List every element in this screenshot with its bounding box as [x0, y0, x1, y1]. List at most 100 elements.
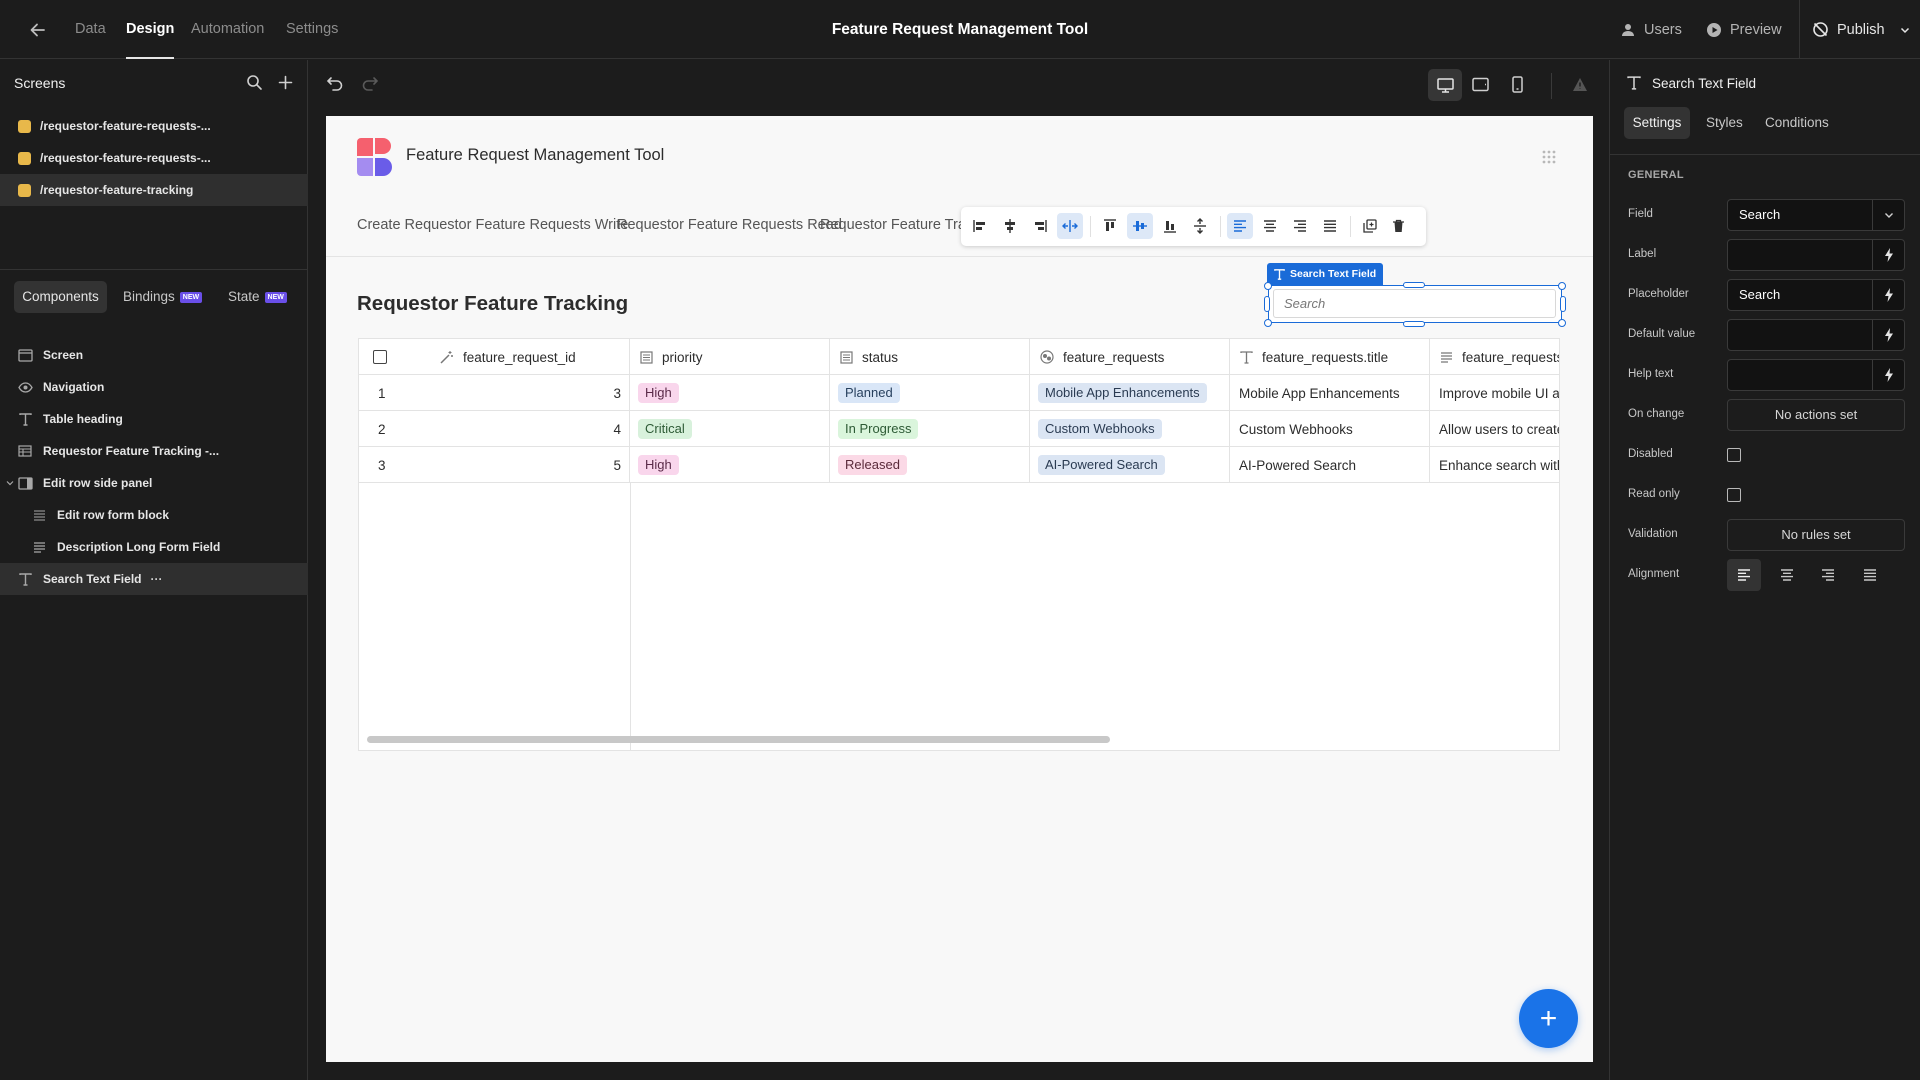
select-all-checkbox[interactable] [373, 350, 387, 364]
lightning-icon[interactable] [1872, 280, 1904, 310]
mobile-view-icon[interactable] [1512, 76, 1523, 93]
resize-handle[interactable] [1264, 282, 1272, 290]
tab-settings[interactable]: Settings [286, 0, 338, 59]
cell-title[interactable]: Mobile App Enhancements [1230, 375, 1430, 411]
text-align-left-icon[interactable] [1227, 213, 1253, 239]
publish-button[interactable]: Publish [1812, 0, 1911, 59]
cell-feature-request[interactable]: AI-Powered Search [1030, 447, 1230, 483]
tree-item-screen[interactable]: Screen [0, 339, 308, 371]
tab-conditions[interactable]: Conditions [1765, 107, 1829, 139]
lightning-icon[interactable] [1872, 240, 1904, 270]
column-header-cell[interactable]: feature_requests [1430, 339, 1559, 375]
cell-title[interactable]: Custom Webhooks [1230, 411, 1430, 447]
align-top-icon[interactable] [1097, 213, 1123, 239]
screen-item[interactable]: /requestor-feature-requests-... [0, 142, 308, 174]
search-input-box[interactable]: Search [1273, 289, 1556, 318]
nav-link[interactable]: Requestor Feature Requests Read [617, 217, 842, 233]
cell-status[interactable]: In Progress [830, 411, 1030, 447]
back-arrow-icon[interactable] [28, 20, 48, 40]
tree-item-side-panel[interactable]: Edit row side panel [0, 467, 308, 499]
on-change-button[interactable]: No actions set [1727, 399, 1905, 431]
resize-handle[interactable] [1403, 321, 1425, 327]
disabled-checkbox[interactable] [1727, 448, 1741, 462]
default-value-input[interactable] [1727, 319, 1905, 351]
column-header-cell[interactable]: feature_requests.title [1230, 339, 1430, 375]
align-right-icon[interactable] [1027, 213, 1053, 239]
align-center-h-icon[interactable] [997, 213, 1023, 239]
tab-automation[interactable]: Automation [191, 0, 264, 59]
align-right-button[interactable] [1811, 559, 1845, 591]
resize-handle[interactable] [1264, 319, 1272, 327]
tab-state[interactable]: State NEW [228, 281, 287, 313]
cell-description[interactable]: Allow users to create [1430, 411, 1559, 447]
align-center-button[interactable] [1770, 559, 1804, 591]
nav-link[interactable]: Create Requestor Feature Requests Write [357, 217, 628, 233]
tab-settings[interactable]: Settings [1624, 107, 1690, 139]
tree-item-table-heading[interactable]: Table heading [0, 403, 308, 435]
text-align-center-icon[interactable] [1257, 213, 1283, 239]
tree-item-navigation[interactable]: Navigation [0, 371, 308, 403]
search-icon[interactable] [246, 74, 263, 91]
align-left-button[interactable] [1727, 559, 1761, 591]
column-header-cell[interactable]: status [830, 339, 1030, 375]
help-text-input[interactable] [1727, 359, 1905, 391]
tree-item-table[interactable]: Requestor Feature Tracking -... [0, 435, 308, 467]
cell-description[interactable]: Improve mobile UI an [1430, 375, 1559, 411]
column-header-cell[interactable]: priority [630, 339, 830, 375]
column-header[interactable]: feature_request_id [463, 350, 576, 365]
align-bottom-icon[interactable] [1157, 213, 1183, 239]
column-header-cell[interactable]: feature_requests [1030, 339, 1230, 375]
more-options-icon[interactable]: ··· [150, 572, 162, 586]
tab-design[interactable]: Design [126, 0, 175, 59]
resize-handle[interactable] [1558, 319, 1566, 327]
tab-bindings[interactable]: Bindings NEW [123, 281, 203, 313]
tablet-view-icon[interactable] [1472, 77, 1489, 92]
tree-item-form-block[interactable]: Edit row form block [0, 499, 308, 531]
warning-icon[interactable] [1572, 77, 1588, 92]
resize-handle[interactable] [1558, 282, 1566, 290]
selection-tag[interactable]: Search Text Field [1267, 263, 1384, 285]
add-screen-icon[interactable] [277, 74, 294, 91]
label-input[interactable] [1727, 239, 1905, 271]
undo-icon[interactable] [326, 75, 344, 91]
cell-priority[interactable]: High [630, 447, 830, 483]
search-text-field[interactable]: Search [1268, 285, 1562, 323]
resize-handle[interactable] [1560, 296, 1566, 312]
cell-status[interactable]: Released [830, 447, 1030, 483]
cell-priority[interactable]: Critical [630, 411, 830, 447]
cell-title[interactable]: AI-Powered Search [1230, 447, 1430, 483]
cell-feature-request[interactable]: Mobile App Enhancements [1030, 375, 1230, 411]
cell-description[interactable]: Enhance search with [1430, 447, 1559, 483]
tab-styles[interactable]: Styles [1706, 107, 1743, 139]
lightning-icon[interactable] [1872, 360, 1904, 390]
users-button[interactable]: Users [1620, 0, 1682, 59]
redo-icon[interactable] [361, 75, 379, 91]
table-row[interactable]: 35 High Released AI-Powered Search AI-Po… [359, 447, 1559, 483]
stretch-horizontal-icon[interactable] [1057, 213, 1083, 239]
tree-item-search-text-field[interactable]: Search Text Field ··· [0, 563, 308, 595]
add-row-button[interactable]: + [1519, 989, 1578, 1048]
resize-handle[interactable] [1403, 282, 1425, 288]
text-align-right-icon[interactable] [1287, 213, 1313, 239]
read-only-checkbox[interactable] [1727, 488, 1741, 502]
lightning-icon[interactable] [1872, 320, 1904, 350]
desktop-view-button[interactable] [1428, 69, 1462, 101]
align-left-icon[interactable] [967, 213, 993, 239]
cell-status[interactable]: Planned [830, 375, 1030, 411]
resize-handle[interactable] [1264, 296, 1270, 312]
align-justify-button[interactable] [1853, 559, 1887, 591]
tree-item-long-form-field[interactable]: Description Long Form Field [0, 531, 308, 563]
delete-icon[interactable] [1385, 213, 1411, 239]
placeholder-input[interactable]: Search [1727, 279, 1905, 311]
screen-item[interactable]: /requestor-feature-requests-... [0, 110, 308, 142]
text-justify-icon[interactable] [1317, 213, 1343, 239]
duplicate-icon[interactable] [1357, 213, 1383, 239]
screen-item-selected[interactable]: /requestor-feature-tracking [0, 174, 308, 206]
field-select[interactable]: Search [1727, 199, 1905, 231]
align-middle-icon[interactable] [1127, 213, 1153, 239]
horizontal-scrollbar[interactable] [367, 736, 1110, 743]
table-row[interactable]: 13 High Planned Mobile App Enhancements … [359, 375, 1559, 411]
grid-menu-icon[interactable] [1542, 150, 1556, 164]
table-row[interactable]: 24 Critical In Progress Custom Webhooks … [359, 411, 1559, 447]
cell-feature-request[interactable]: Custom Webhooks [1030, 411, 1230, 447]
